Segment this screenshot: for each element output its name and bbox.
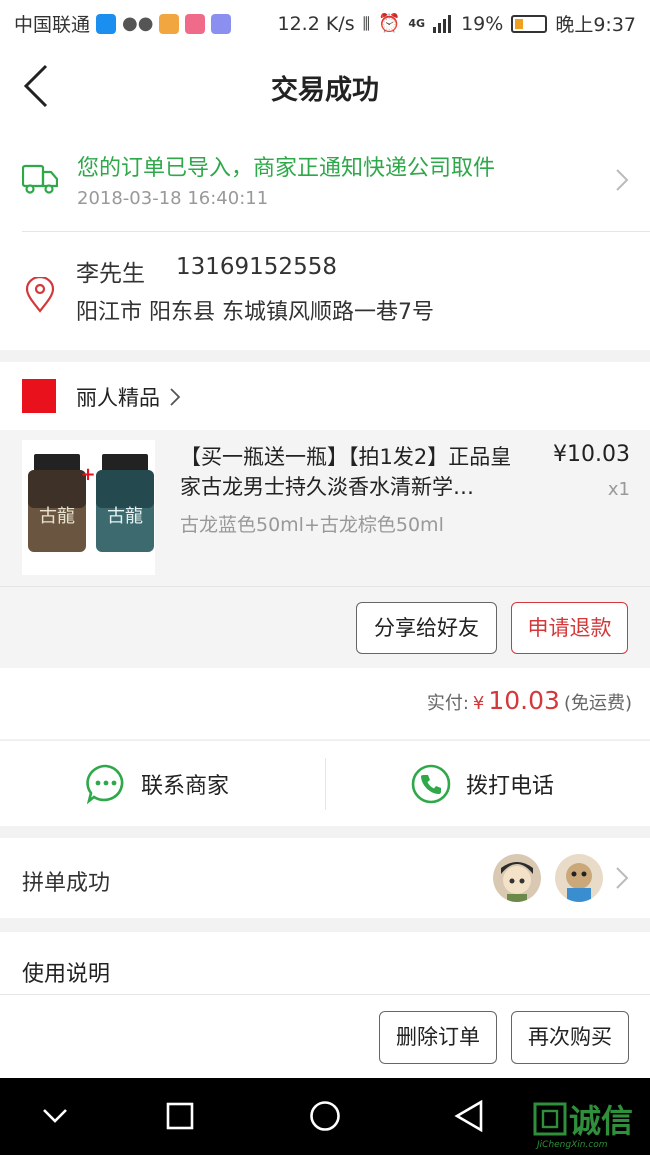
instructions-section: 使用说明	[0, 932, 650, 994]
recent-apps-icon[interactable]	[166, 1102, 194, 1130]
avatar	[555, 854, 603, 902]
shipping-note: (免运费)	[563, 693, 632, 714]
receiver-name: 李先生	[76, 261, 145, 287]
bottle-label-2: 古龍	[107, 506, 143, 527]
delete-order-button[interactable]: 删除订单	[379, 1011, 497, 1064]
home-icon[interactable]	[309, 1100, 341, 1132]
clock: 晚上9:37	[555, 14, 636, 36]
page-title: 交易成功	[271, 75, 379, 106]
vibrate-icon: ⫼	[362, 13, 370, 33]
network-speed: 12.2 K/s	[277, 12, 355, 35]
location-pin-icon	[25, 277, 55, 313]
system-nav-bar: 诚信 JiChengXin.com	[0, 1078, 650, 1155]
chevron-right-icon	[170, 388, 180, 406]
truck-icon	[22, 164, 58, 194]
product-spec: 古龙蓝色50ml+古龙棕色50ml	[180, 514, 444, 536]
chevron-right-icon	[616, 867, 629, 889]
shop-link[interactable]: 丽人精品	[76, 382, 180, 412]
share-button[interactable]: 分享给好友	[356, 602, 497, 654]
carrier-label: 中国联通	[14, 14, 91, 36]
shop-card: 丽人精品 古龍 + 古龍 【买一瓶送一瓶】【拍1发2】正品皇家古龙男士持久淡香水…	[0, 362, 650, 668]
payment-summary: 实付: ¥ 10.03 (免运费)	[0, 668, 650, 739]
payment-label: 实付:	[426, 693, 469, 714]
chevron-down-icon[interactable]	[42, 1108, 68, 1124]
divider	[22, 231, 650, 232]
buy-again-button[interactable]: 再次购买	[511, 1011, 629, 1064]
bottle-label-1: 古龍	[39, 506, 75, 527]
chevron-right-icon	[616, 169, 629, 191]
divider	[325, 758, 326, 810]
product-image: 古龍 + 古龍	[22, 440, 155, 575]
product-title: 【买一瓶送一瓶】【拍1发2】正品皇家古龙男士持久淡香水清新学…	[180, 445, 512, 499]
chat-app-icon	[185, 13, 206, 34]
bottom-action-bar: 删除订单 再次购买	[0, 994, 650, 1078]
phone-icon	[411, 764, 451, 804]
video-app-icon	[159, 13, 180, 34]
logistics-row[interactable]: 您的订单已导入，商家正通知快递公司取件 2018-03-18 16:40:11	[0, 130, 650, 231]
logistics-time: 2018-03-18 16:40:11	[77, 188, 269, 209]
product-price: ¥10.03	[553, 442, 630, 467]
watermark-icon	[533, 1102, 567, 1136]
back-icon[interactable]	[454, 1100, 484, 1132]
watermark-logo: 诚信	[533, 1096, 633, 1142]
receiver-address: 阳江市 阳东县 东城镇风顺路一巷7号	[76, 300, 434, 325]
order-info-card: 您的订单已导入，商家正通知快递公司取件 2018-03-18 16:40:11 …	[0, 130, 650, 350]
contact-merchant-button[interactable]: 联系商家	[85, 763, 229, 805]
status-bar: 中国联通 ●● 12.2 K/s ⫼ ⏰ 4G 19% 晚上9:37	[0, 0, 650, 46]
refund-button[interactable]: 申请退款	[511, 602, 628, 654]
wechat-icon: ●●	[122, 13, 154, 34]
contact-merchant-label: 联系商家	[141, 774, 230, 799]
svg-text:+: +	[80, 464, 95, 485]
battery-percent: 19%	[461, 12, 504, 35]
currency-symbol: ¥	[472, 693, 485, 714]
header: 交易成功	[0, 46, 650, 130]
avatar	[493, 854, 541, 902]
logistics-message: 您的订单已导入，商家正通知快递公司取件	[77, 156, 496, 181]
battery-icon	[511, 14, 548, 33]
group-buy-row[interactable]: 拼单成功	[0, 838, 650, 918]
network-type: 4G	[408, 17, 426, 30]
shop-logo	[22, 379, 56, 413]
status-left: 中国联通 ●●	[14, 10, 232, 37]
receiver-phone: 13169152558	[176, 254, 337, 280]
watermark-subtext: JiChengXin.com	[537, 1140, 608, 1150]
status-right: 12.2 K/s ⫼ ⏰ 4G 19% 晚上9:37	[278, 10, 637, 37]
shield-app-icon	[96, 13, 117, 34]
product-item[interactable]: 古龍 + 古龍 【买一瓶送一瓶】【拍1发2】正品皇家古龙男士持久淡香水清新学… …	[0, 430, 650, 668]
alarm-icon: ⏰	[377, 13, 401, 34]
payment-amount: 10.03	[488, 686, 560, 715]
call-button[interactable]: 拨打电话	[410, 763, 554, 805]
call-label: 拨打电话	[466, 774, 555, 799]
signal-icon	[433, 14, 452, 33]
divider	[0, 586, 650, 587]
other-app-icon	[211, 13, 232, 34]
watermark-text: 诚信	[569, 1102, 634, 1140]
shop-name: 丽人精品	[76, 386, 160, 410]
instructions-title: 使用说明	[22, 962, 111, 987]
chat-bubble-icon	[86, 764, 124, 805]
contact-bar: 联系商家 拨打电话	[0, 740, 650, 826]
group-buy-label: 拼单成功	[22, 871, 111, 896]
product-quantity: x1	[607, 479, 630, 500]
